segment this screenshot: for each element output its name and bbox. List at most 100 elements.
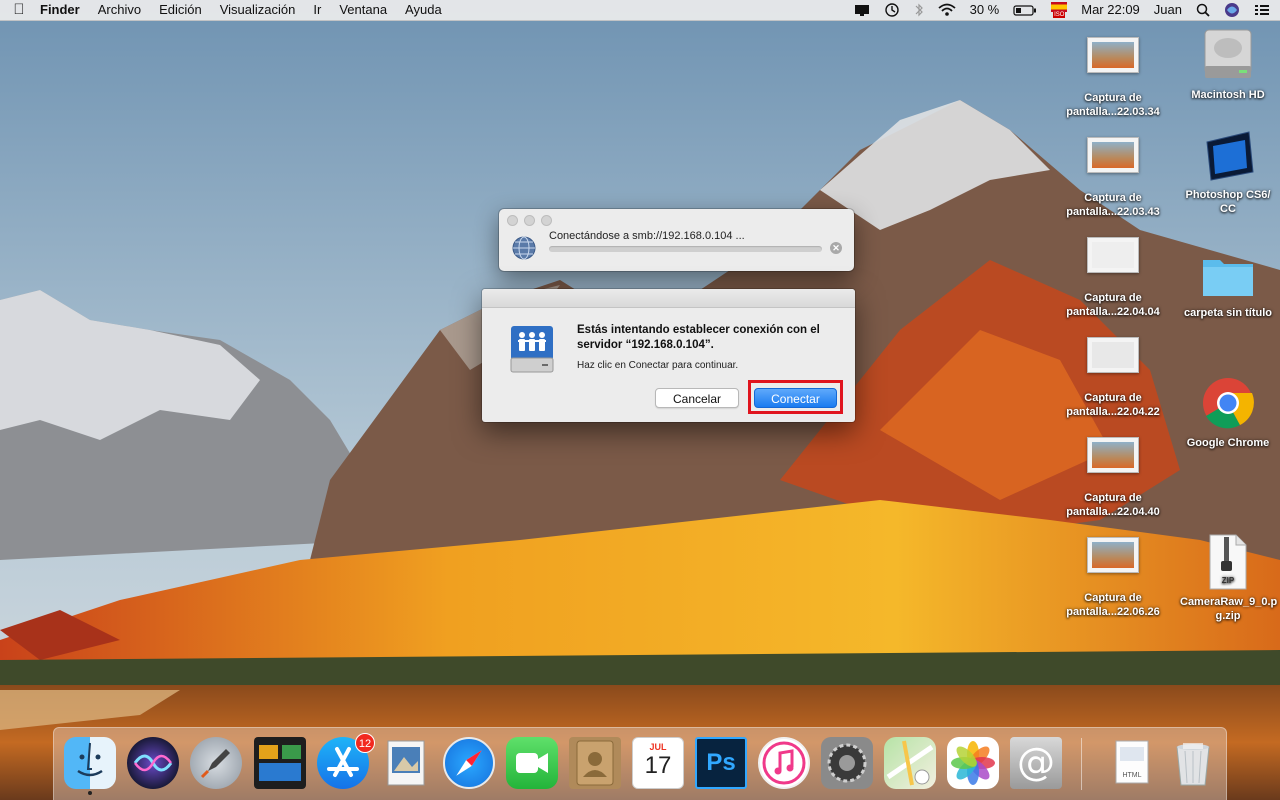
connect-button[interactable]: Conectar (754, 388, 837, 408)
apple-menu-icon[interactable]:  (0, 0, 38, 20)
screenshot-thumbnail-icon (1087, 337, 1139, 373)
zip-icon-text: ZIP (1222, 576, 1235, 585)
desktop-icon-screenshot-4[interactable]: Captura de pantalla...22.04.22 (1065, 337, 1161, 419)
desktop-icon-macintosh-hd[interactable]: Macintosh HD (1180, 26, 1276, 102)
dock-contacts-icon[interactable] (569, 737, 621, 789)
desktop-icon-label: Captura de (1084, 192, 1142, 204)
dock-mail-at-icon[interactable]: @ (1010, 737, 1062, 789)
photoshop-icon-label: Ps (706, 749, 736, 776)
desktop-icon-label: pantalla...22.03.34 (1066, 106, 1160, 118)
dock: 12 JUL 17 Ps @ HTML (53, 727, 1227, 800)
desktop-icon-label: Captura de (1084, 92, 1142, 104)
zip-archive-icon: ZIP (1209, 534, 1247, 590)
bluetooth-icon[interactable] (914, 0, 924, 20)
menu-archivo[interactable]: Archivo (89, 0, 150, 20)
dock-safari-icon[interactable] (443, 737, 495, 789)
app-store-update-badge: 12 (355, 733, 375, 753)
folder-icon (1203, 260, 1253, 296)
desktop-icon-label: Captura de (1084, 292, 1142, 304)
stop-connection-icon[interactable]: ✕ (830, 242, 842, 254)
desktop-icon-photoshop[interactable]: Photoshop CS6/ CC (1180, 128, 1276, 216)
dock-photos-icon[interactable] (947, 737, 999, 789)
menu-visualizacion[interactable]: Visualización (211, 0, 305, 20)
desktop-icon-label: pantalla...22.06.26 (1066, 606, 1160, 618)
dock-preview-icon[interactable] (380, 737, 432, 789)
desktop-icon-folder[interactable]: carpeta sin título (1180, 252, 1276, 320)
desktop-icon-screenshot-3[interactable]: Captura de pantalla...22.04.04 (1065, 237, 1161, 319)
dock-photoshop-icon[interactable]: Ps (695, 737, 747, 789)
dock-maps-icon[interactable] (884, 737, 936, 789)
dock-mission-control-icon[interactable] (254, 737, 306, 789)
network-globe-icon (512, 236, 536, 260)
html-document-label: HTML (1122, 772, 1141, 779)
menu-ayuda[interactable]: Ayuda (396, 0, 451, 20)
desktop-icon-zip[interactable]: ZIP CameraRaw_9_0.p g.zip (1180, 533, 1278, 623)
connecting-progress-window: Conectándose a smb://192.168.0.104 ... ✕ (499, 209, 854, 271)
desktop-icon-label: Macintosh HD (1191, 89, 1265, 101)
connection-progress-bar (549, 246, 822, 252)
running-indicator (88, 791, 92, 795)
desktop-icon-screenshot-5[interactable]: Captura de pantalla...22.04.40 (1065, 437, 1161, 519)
menu-bar:  Finder Archivo Edición Visualización I… (0, 0, 1280, 21)
calendar-day-label: 17 (644, 752, 672, 779)
wifi-icon[interactable] (938, 0, 956, 20)
dock-html-document-icon[interactable]: HTML (1106, 737, 1158, 789)
connect-server-dialog: Estás intentando establecer conexión con… (482, 289, 855, 422)
menubar-user[interactable]: Juan (1154, 0, 1182, 20)
battery-percentage[interactable]: 30 % (970, 0, 1000, 20)
dock-siri-icon[interactable] (127, 737, 179, 789)
desktop-icon-label: Captura de (1084, 592, 1142, 604)
airplay-display-icon[interactable] (854, 0, 870, 20)
spotlight-search-icon[interactable] (1196, 0, 1210, 20)
desktop-icon-label: Captura de (1084, 492, 1142, 504)
dock-finder-icon[interactable] (64, 737, 116, 795)
input-source-flag-icon[interactable]: ISO (1051, 0, 1068, 20)
battery-icon[interactable] (1013, 0, 1037, 20)
chrome-icon (1203, 378, 1254, 429)
menu-ir[interactable]: Ir (304, 0, 330, 20)
dock-calendar-icon[interactable]: JUL 17 (632, 737, 684, 789)
desktop-icon-label: pantalla...22.04.22 (1066, 406, 1160, 418)
screenshot-thumbnail-icon (1087, 437, 1139, 473)
menubar-clock[interactable]: Mar 22:09 (1081, 0, 1140, 20)
desktop-icon-label: Google Chrome (1186, 437, 1270, 449)
zoom-window-button[interactable] (541, 215, 552, 226)
shared-server-icon (510, 326, 554, 373)
dialog-subtext: Haz clic en Conectar para continuar. (577, 360, 739, 371)
minimize-window-button[interactable] (524, 215, 535, 226)
dock-app-store-icon[interactable]: 12 (317, 733, 375, 789)
desktop-icon-screenshot-1[interactable]: Captura de pantalla...22.03.34 (1065, 37, 1161, 119)
screenshot-thumbnail-icon (1087, 137, 1139, 173)
menu-edicion[interactable]: Edición (150, 0, 211, 20)
time-machine-icon[interactable] (884, 0, 900, 20)
hard-drive-icon (1204, 29, 1252, 78)
dock-launchpad-icon[interactable] (190, 737, 242, 789)
desktop-icon-label: CameraRaw_9_0.p (1180, 596, 1278, 608)
desktop-icon-label: Photoshop CS6/ (1185, 189, 1271, 201)
photoshop-folder-icon (1206, 131, 1254, 181)
connecting-status-text: Conectándose a smb://192.168.0.104 ... (549, 230, 745, 242)
dock-facetime-icon[interactable] (506, 737, 558, 789)
dock-system-preferences-icon[interactable] (821, 737, 873, 789)
input-source-label: ISO (1053, 12, 1066, 18)
desktop-icon-google-chrome[interactable]: Google Chrome (1180, 376, 1276, 450)
desktop-icon-label: pantalla...22.04.40 (1066, 506, 1160, 518)
desktop-icon-label: carpeta sin título (1183, 307, 1273, 319)
calendar-month-label: JUL (649, 742, 667, 752)
siri-icon[interactable] (1224, 0, 1240, 20)
close-window-button[interactable] (507, 215, 518, 226)
cancel-button[interactable]: Cancelar (655, 388, 739, 408)
desktop-icon-label: pantalla...22.04.04 (1066, 306, 1160, 318)
desktop-icon-label: g.zip (1215, 610, 1241, 622)
notification-center-icon[interactable] (1254, 0, 1270, 20)
dock-itunes-icon[interactable] (758, 737, 810, 789)
dialog-heading: Estás intentando establecer conexión con… (577, 324, 820, 351)
menu-ventana[interactable]: Ventana (330, 0, 396, 20)
dialog-titlebar (482, 289, 855, 308)
desktop-icon-screenshot-2[interactable]: Captura de pantalla...22.03.43 (1065, 137, 1161, 219)
screenshot-thumbnail-icon (1087, 37, 1139, 73)
dock-trash-icon[interactable] (1167, 737, 1219, 789)
desktop-icon-screenshot-6[interactable]: Captura de pantalla...22.06.26 (1065, 537, 1161, 619)
menu-finder[interactable]: Finder (38, 0, 89, 20)
desktop-icon-label: pantalla...22.03.43 (1066, 206, 1160, 218)
